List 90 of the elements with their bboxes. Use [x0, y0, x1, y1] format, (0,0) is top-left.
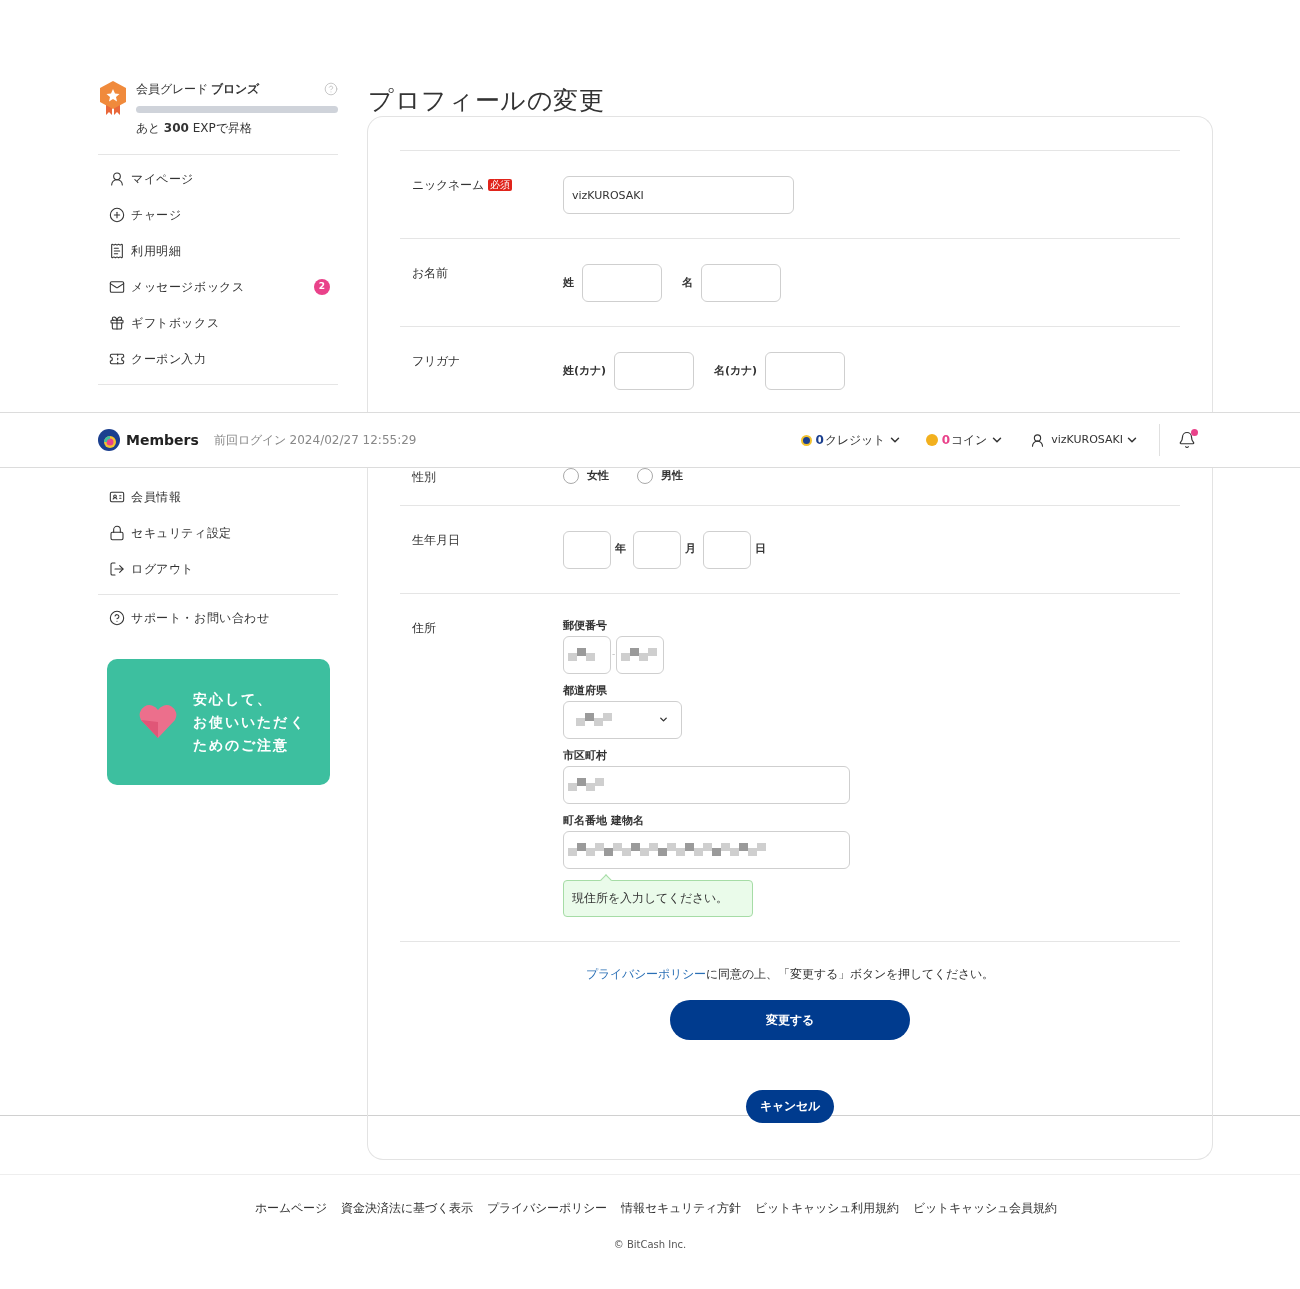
logo-icon [98, 428, 120, 452]
row-label: 性別 [412, 470, 436, 484]
copyright: © BitCash Inc. [613, 1237, 687, 1252]
input-field[interactable] [563, 765, 850, 804]
field-label: 姓 [563, 274, 574, 291]
grade-name: ブロンズ [211, 81, 259, 98]
row-label: ニックネーム [412, 178, 484, 192]
field-label: 都道府県 [563, 683, 608, 698]
mail-icon [109, 279, 125, 295]
consent-text: プライバシーポリシーに同意の上、「変更する」ボタンを押してください。 [585, 965, 995, 982]
row-label: フリガナ [412, 354, 460, 368]
field-label: 町名番地 建物名 [563, 813, 645, 828]
sidebar-item[interactable]: ギフトボックス [131, 314, 220, 332]
logout-icon [109, 561, 125, 577]
heart-icon [138, 704, 178, 740]
sidebar-item[interactable]: 利用明細 [131, 242, 182, 260]
last-login: 前回ログイン 2024/02/27 12:55:29 [213, 432, 417, 449]
submit-button[interactable]: 変更する [670, 999, 910, 1040]
field-label: 郵便番号 [563, 618, 608, 633]
unit-label: 年 [615, 541, 627, 558]
postal-code-field[interactable] [563, 635, 611, 674]
footer-link[interactable]: 資金決済法に基づく表示 [341, 1200, 473, 1216]
id-card-icon [109, 489, 125, 505]
chevron-icon [658, 714, 669, 725]
grade-label: 会員グレード [136, 81, 208, 98]
help-icon [109, 610, 125, 626]
count-badge: 2 [314, 279, 330, 295]
separator: - [612, 647, 616, 661]
option-label: 男性 [661, 468, 683, 484]
pixelated-value [568, 778, 604, 791]
row-label: お名前 [412, 266, 448, 280]
sidebar-item[interactable]: ログアウト [131, 560, 194, 578]
credit-icon [800, 434, 812, 446]
pixelated-value [576, 713, 612, 726]
date-field[interactable] [633, 530, 681, 569]
option-label: 女性 [587, 468, 609, 484]
row-label: 生年月日 [412, 532, 460, 547]
row-label: 住所 [412, 620, 436, 635]
input-field[interactable] [614, 352, 695, 390]
lock-icon [109, 525, 125, 541]
footer-link[interactable]: 情報セキュリティ方針 [621, 1200, 741, 1216]
nickname-field[interactable]: vizKUROSAKI [563, 176, 794, 214]
prefecture-select[interactable] [563, 700, 682, 739]
field-label: 名(カナ) [714, 362, 758, 379]
brand-name: Members [126, 430, 199, 450]
coin-menu[interactable]: 0 コイン [925, 431, 1005, 449]
input-field[interactable] [563, 830, 850, 869]
postal-code-field[interactable] [616, 635, 665, 674]
required-badge: 必須 [488, 179, 512, 191]
receipt-icon [109, 243, 125, 259]
sidebar-item[interactable]: セキュリティ設定 [131, 524, 232, 542]
hint-tooltip: 現住所を入力してください。 [563, 879, 753, 917]
footer-link[interactable]: ビットキャッシュ利用規約 [755, 1200, 899, 1216]
coin-icon [925, 434, 938, 446]
input-field[interactable] [765, 352, 846, 390]
footer-link[interactable]: プライバシーポリシー [487, 1200, 607, 1216]
banner-text: 安心して、 お使いいただく ためのご注意 [193, 689, 306, 755]
medal-icon [98, 80, 128, 116]
field-label: 市区町村 [563, 748, 608, 763]
cancel-button[interactable]: キャンセル [746, 1089, 834, 1123]
user-icon [1030, 432, 1046, 448]
plus-circle-icon [109, 207, 125, 223]
footer-link[interactable]: ホームページ [255, 1200, 327, 1216]
pixelated-value [568, 648, 595, 661]
sidebar-item[interactable]: クーポン入力 [131, 350, 207, 368]
user-icon [109, 171, 125, 187]
date-field[interactable] [703, 530, 751, 569]
unit-label: 月 [685, 541, 697, 558]
date-field[interactable] [563, 530, 611, 569]
ticket-icon [109, 351, 125, 367]
field-label: 名 [682, 274, 693, 291]
privacy-policy-link[interactable]: プライバシーポリシー [586, 966, 706, 981]
footer-link[interactable]: ビットキャッシュ会員規約 [913, 1200, 1057, 1216]
help-icon[interactable] [324, 82, 338, 96]
pixelated-value [621, 648, 658, 661]
sidebar-item[interactable]: マイページ [131, 170, 194, 188]
exp-note: あと 300 EXPで昇格 [136, 121, 253, 135]
input-field[interactable] [701, 264, 781, 302]
sidebar-item[interactable]: メッセージボックス [131, 278, 245, 296]
input-field[interactable] [582, 264, 662, 302]
user-menu[interactable]: vizKUROSAKI [1030, 431, 1139, 449]
gift-icon [109, 315, 125, 331]
unit-label: 日 [755, 541, 767, 558]
notification-bell[interactable] [1178, 431, 1196, 449]
page-title: プロフィールの変更 [368, 86, 606, 116]
credit-menu[interactable]: 0クレジット [800, 431, 902, 449]
sidebar-item[interactable]: チャージ [131, 206, 182, 224]
sidebar-item[interactable]: サポート・お問い合わせ [131, 609, 270, 627]
field-label: 姓(カナ) [563, 362, 607, 379]
sidebar-item[interactable]: 会員情報 [131, 488, 182, 506]
